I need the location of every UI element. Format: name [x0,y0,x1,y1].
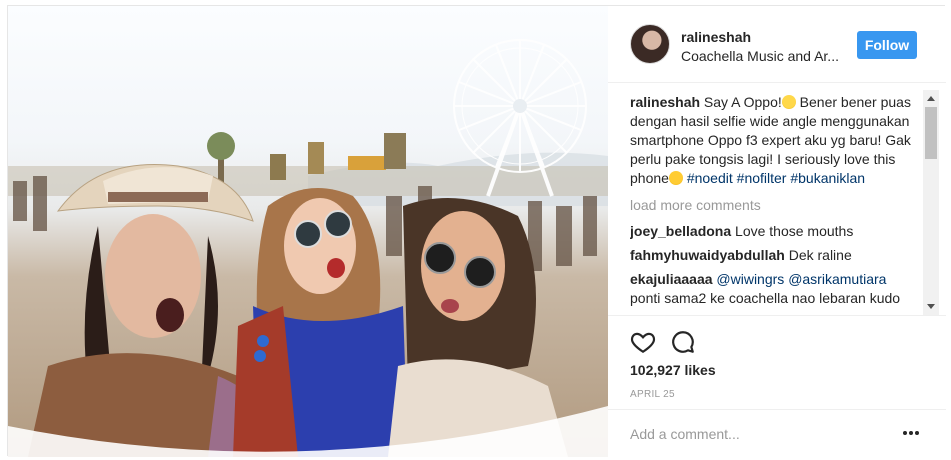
post-header: ralineshah Coachella Music and Ar... Fol… [608,6,946,83]
comment-item: joey_belladona Love those mouths [630,222,926,241]
heart-icon[interactable] [630,329,656,355]
comments-scrollbar[interactable] [923,90,939,315]
comments-list: ralineshah Say A Oppo! Bener bener puas … [630,93,926,313]
comment-text: Love those mouths [735,223,854,239]
comment-text: Dek raline [788,247,852,263]
comment-username[interactable]: ekajuliaaaaa [630,271,713,287]
mention-link[interactable]: @asrikamutiara [788,271,886,287]
instagram-post: ralineshah Coachella Music and Ar... Fol… [7,5,946,457]
avatar[interactable] [630,24,670,64]
action-bar: 102,927 likes APRIL 25 [608,315,946,405]
more-options-icon[interactable] [901,426,921,440]
comment-item: fahmyhuwaidyabdullah Dek raline [630,246,926,265]
mention-link[interactable]: @wiwingrs [716,271,784,287]
hashtag-link[interactable]: #bukaniklan [790,170,865,186]
scroll-down-arrow-icon[interactable] [927,304,935,309]
smiling-emoji-icon [781,95,796,109]
comment-item: ekajuliaaaaa @wiwingrs @asrikamutiara po… [630,270,926,308]
hashtag-link[interactable]: #noedit [687,170,733,186]
author-username[interactable]: ralineshah [681,29,751,45]
post-sidebar: ralineshah Coachella Music and Ar... Fol… [608,6,946,457]
caption-username[interactable]: ralineshah [630,94,700,110]
comment-username[interactable]: fahmyhuwaidyabdullah [630,247,785,263]
scroll-up-arrow-icon[interactable] [927,96,935,101]
add-comment-bar [608,409,946,457]
follow-button[interactable]: Follow [857,31,917,59]
scroll-thumb[interactable] [925,107,937,159]
post-photo[interactable] [8,6,608,457]
load-more-comments[interactable]: load more comments [630,196,926,215]
caption-text-part1: Say A Oppo! [703,94,782,110]
comment-username[interactable]: joey_belladona [630,223,731,239]
comment-input[interactable] [630,423,880,445]
comment-text: ponti sama2 ke coachella nao lebaran kud… [630,290,901,306]
photo-illustration [8,39,608,457]
heart-eyes-emoji-icon [668,171,683,185]
likes-count[interactable]: 102,927 likes [630,362,716,378]
caption: ralineshah Say A Oppo! Bener bener puas … [630,93,926,188]
post-date[interactable]: APRIL 25 [630,389,675,400]
hashtag-link[interactable]: #nofilter [737,170,787,186]
comment-icon[interactable] [670,329,696,355]
location-link[interactable]: Coachella Music and Ar... [681,48,841,64]
